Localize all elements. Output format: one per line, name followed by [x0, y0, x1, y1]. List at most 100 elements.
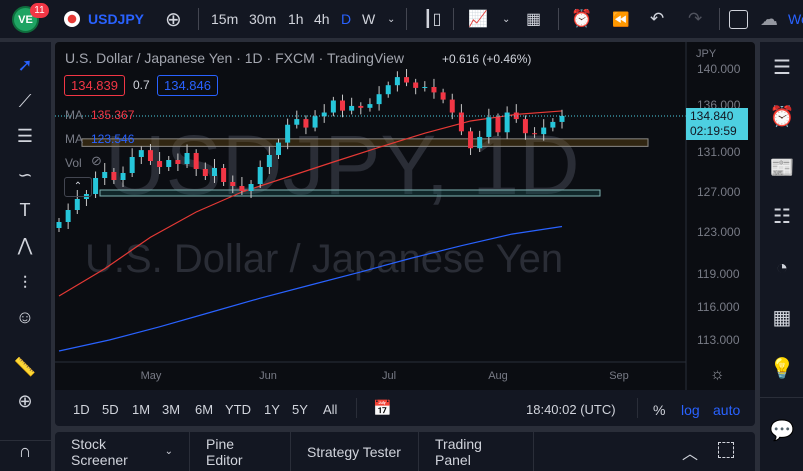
auto-toggle[interactable]: auto: [713, 402, 740, 418]
candle: [138, 150, 144, 157]
notification-badge: 11: [30, 3, 49, 18]
candle: [166, 160, 172, 167]
chat-icon[interactable]: 💬: [768, 416, 796, 444]
settings-icon[interactable]: ☼: [710, 366, 725, 384]
eye-hidden-icon[interactable]: ⊘: [91, 153, 102, 169]
price-tick: 119.000: [697, 267, 740, 281]
candle: [532, 133, 538, 135]
symbol-search[interactable]: USDJPY: [88, 0, 144, 38]
flag-icon: [64, 11, 80, 27]
chevron-down-icon[interactable]: ⌄: [387, 0, 395, 38]
candle: [422, 87, 428, 88]
alert-add-icon[interactable]: ⏰: [571, 0, 592, 38]
interval-w[interactable]: W: [362, 0, 375, 38]
emoji-icon[interactable]: ☺: [12, 304, 38, 330]
range-6m[interactable]: 6M: [195, 402, 213, 417]
candle: [129, 157, 135, 173]
ma1-label: MA: [65, 108, 83, 122]
hotlist-icon[interactable]: ◔: [768, 254, 796, 282]
collapse-legend-button[interactable]: ⌃: [64, 177, 92, 197]
maximize-panel-icon[interactable]: [718, 442, 734, 458]
candles-icon[interactable]: ┃▯: [423, 0, 441, 38]
tab-strategy-tester[interactable]: Strategy Tester: [291, 432, 419, 471]
candle: [504, 112, 510, 133]
object-tree-icon[interactable]: ☷: [768, 202, 796, 230]
price-tick: 127.000: [697, 185, 741, 199]
ideas-icon[interactable]: 💡: [768, 354, 796, 382]
range-3m[interactable]: 3M: [162, 402, 180, 417]
vol-label: Vol: [65, 156, 82, 170]
candle: [211, 168, 217, 176]
goto-date-icon[interactable]: 📅: [373, 399, 392, 417]
replay-icon[interactable]: ⏪: [612, 0, 629, 38]
undo-icon[interactable]: ↶: [650, 0, 664, 38]
range-all[interactable]: All: [323, 402, 337, 417]
magnet-icon[interactable]: ∩: [12, 438, 38, 464]
cloud-icon[interactable]: ☁: [760, 0, 778, 38]
watermark-name: U.S. Dollar / Japanese Yen: [85, 237, 563, 281]
percent-toggle[interactable]: %: [653, 402, 665, 418]
range-ytd[interactable]: YTD: [225, 402, 251, 417]
text-icon[interactable]: T: [12, 197, 38, 223]
compare-add-icon[interactable]: ⊕: [165, 0, 185, 38]
fullscreen-icon[interactable]: [729, 10, 748, 29]
candle: [257, 167, 263, 184]
currency-label[interactable]: JPY: [696, 48, 716, 60]
bid-price[interactable]: 134.839: [64, 75, 125, 96]
brush-icon[interactable]: ∽: [12, 162, 38, 188]
interval-4h[interactable]: 4h: [314, 0, 330, 38]
ma1-value: 135.367: [91, 108, 135, 122]
range-1d[interactable]: 1D: [73, 402, 90, 417]
candle: [193, 153, 199, 169]
tab-trading-panel[interactable]: Trading Panel: [419, 432, 534, 471]
indicators-icon[interactable]: 📈: [468, 0, 488, 38]
candle: [93, 178, 99, 194]
clock[interactable]: 18:40:02 (UTC): [526, 402, 616, 417]
fib-icon[interactable]: ☰: [12, 123, 38, 149]
collapse-panel-icon[interactable]: ︿: [682, 440, 698, 464]
candle: [413, 82, 419, 88]
prediction-icon[interactable]: ⫶: [12, 270, 38, 296]
last-price: 134.840: [690, 109, 734, 123]
chevron-down-icon[interactable]: ⌄: [502, 0, 510, 38]
range-5y[interactable]: 5Y: [292, 402, 308, 417]
interval-1h[interactable]: 1h: [288, 0, 304, 38]
candle: [468, 131, 474, 149]
support-zone[interactable]: [99, 189, 601, 197]
candle: [522, 119, 528, 134]
candle: [157, 161, 163, 167]
chart-pane[interactable]: USDJPY, 1D U.S. Dollar / Japanese Yen 14…: [55, 42, 755, 390]
cursor-icon[interactable]: ➚: [12, 52, 38, 78]
tab-stock-screener[interactable]: Stock Screener ⌄: [55, 432, 190, 471]
interval-30m[interactable]: 30m: [249, 0, 276, 38]
range-1y[interactable]: 1Y: [264, 402, 280, 417]
candle: [404, 77, 410, 83]
price-tick: 113.000: [697, 333, 740, 347]
support-zone[interactable]: [81, 138, 649, 147]
interval-15m[interactable]: 15m: [211, 0, 238, 38]
pattern-icon[interactable]: ⋀: [12, 232, 38, 258]
alerts-icon[interactable]: ⏰: [768, 102, 796, 130]
tab-pine-editor[interactable]: Pine Editor: [190, 432, 291, 471]
right-sidebar: ☰ ⏰ 📰 ☷ ◔ ▦ 💡 💬: [760, 42, 803, 471]
calendar-icon[interactable]: ▦: [768, 303, 796, 331]
chevron-down-icon[interactable]: ⌄: [165, 446, 173, 457]
watchlist-icon[interactable]: ☰: [768, 53, 796, 81]
ruler-icon[interactable]: 📏: [12, 354, 38, 380]
redo-icon[interactable]: ↷: [688, 0, 702, 38]
zoom-in-icon[interactable]: ⊕: [12, 388, 38, 414]
candle: [394, 77, 400, 86]
bar-countdown: 02:19:59: [690, 124, 737, 138]
price-tick: 116.000: [697, 300, 740, 314]
price-tick: 131.000: [697, 145, 741, 159]
interval-d[interactable]: D: [341, 0, 351, 38]
ask-price[interactable]: 134.846: [157, 75, 218, 96]
layout-grid-icon[interactable]: ▦: [526, 0, 541, 38]
candle: [330, 100, 336, 113]
log-toggle[interactable]: log: [681, 402, 700, 418]
range-1m[interactable]: 1M: [132, 402, 150, 417]
range-5d[interactable]: 5D: [102, 402, 119, 417]
trendline-icon[interactable]: ⟋: [12, 88, 38, 114]
candle: [221, 168, 227, 182]
news-icon[interactable]: 📰: [768, 153, 796, 181]
